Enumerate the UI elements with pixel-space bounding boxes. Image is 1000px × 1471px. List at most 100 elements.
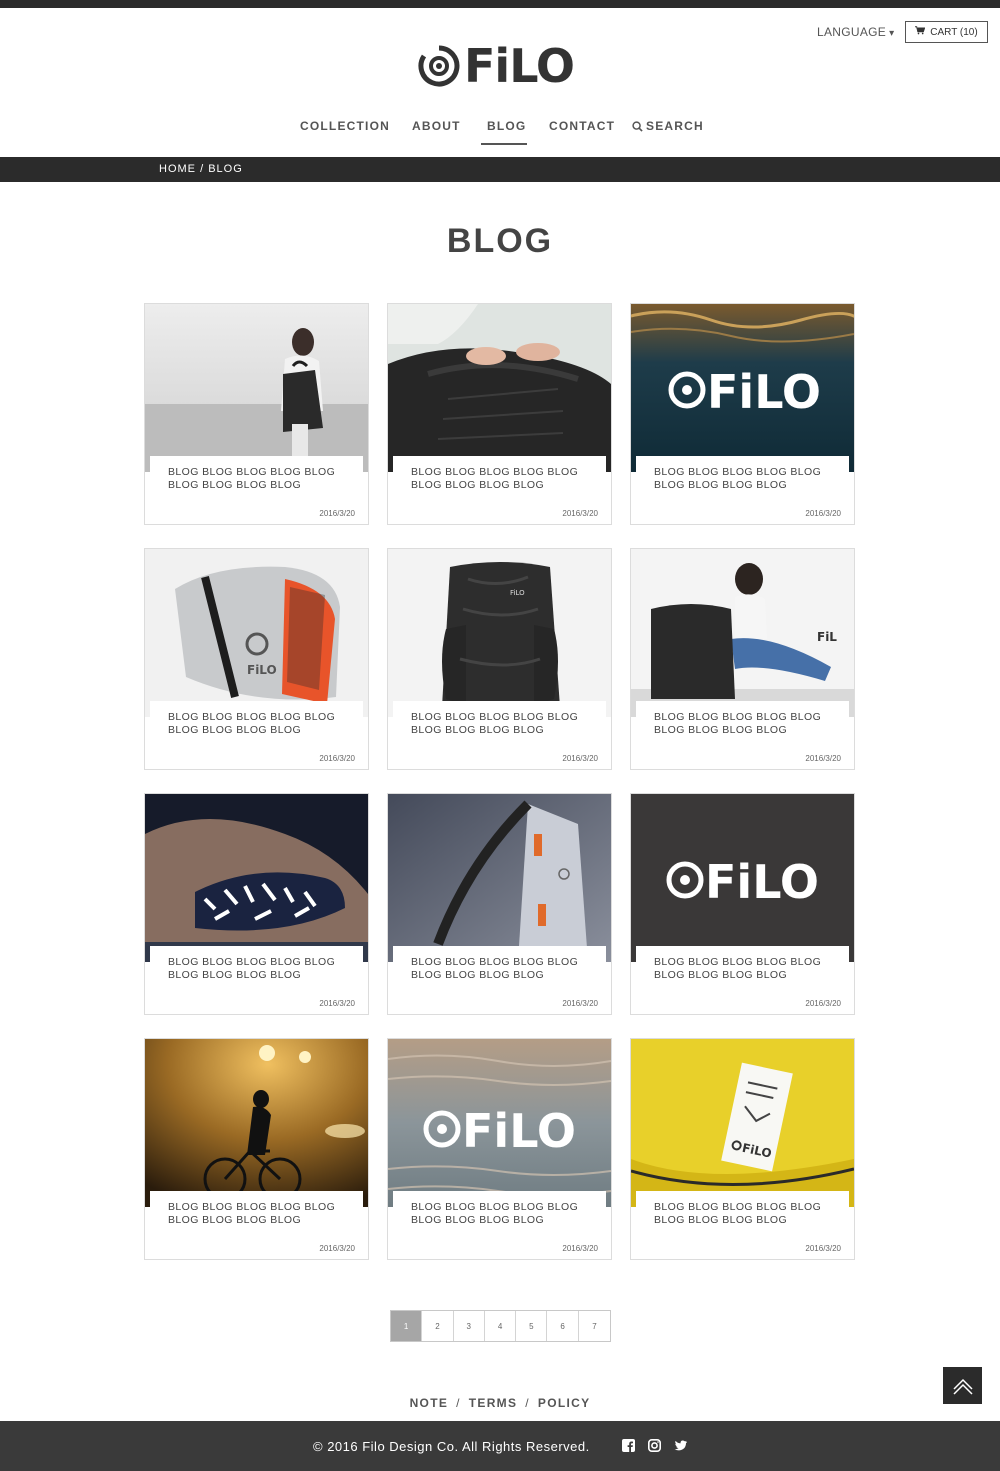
blog-card-date: 2016/3/20 <box>562 999 598 1008</box>
copyright-text: © 2016 Filo Design Co. All Rights Reserv… <box>313 1439 590 1454</box>
blog-card-date: 2016/3/20 <box>805 999 841 1008</box>
search-icon <box>632 120 643 132</box>
blog-card-caption: BLOG BLOG BLOG BLOG BLOG BLOG BLOG BLOG … <box>636 701 849 769</box>
blog-card-title: BLOG BLOG BLOG BLOG BLOG BLOG BLOG BLOG … <box>411 711 579 736</box>
blog-card-title: BLOG BLOG BLOG BLOG BLOG BLOG BLOG BLOG … <box>654 956 822 981</box>
breadcrumb-separator: / <box>200 163 205 175</box>
chevron-down-icon: ▾ <box>889 28 895 39</box>
blog-card[interactable]: FiL BLOG BLOG BLOG BLOG BLOG BLOG BLOG B… <box>630 548 855 770</box>
blog-card-caption: BLOG BLOG BLOG BLOG BLOG BLOG BLOG BLOG … <box>150 1191 363 1259</box>
blog-card[interactable]: BLOG BLOG BLOG BLOG BLOG BLOG BLOG BLOG … <box>144 793 369 1015</box>
blog-card-caption: BLOG BLOG BLOG BLOG BLOG BLOG BLOG BLOG … <box>393 456 606 524</box>
filo-logo-icon <box>418 45 460 87</box>
card-logo-text: FiLO <box>707 365 821 419</box>
page-button-2[interactable]: 2 <box>422 1311 454 1341</box>
page-title: BLOG <box>446 222 554 260</box>
blog-card-date: 2016/3/20 <box>319 1244 355 1253</box>
top-bar <box>0 0 1000 8</box>
blog-card[interactable]: FiLO BLOG BLOG BLOG BLOG BLOG BLOG BLOG … <box>387 548 612 770</box>
cart-icon <box>915 26 926 38</box>
blog-card-image: FiL <box>631 549 854 717</box>
blog-card-title: BLOG BLOG BLOG BLOG BLOG BLOG BLOG BLOG … <box>168 1201 336 1226</box>
social-links <box>622 1439 687 1452</box>
pagination: 1 2 3 4 5 6 7 <box>390 1310 612 1342</box>
instagram-icon[interactable] <box>648 1439 661 1452</box>
blog-card-caption: BLOG BLOG BLOG BLOG BLOG BLOG BLOG BLOG … <box>150 946 363 1014</box>
svg-text:FiLO: FiLO <box>247 663 277 677</box>
blog-card[interactable]: FiLO BLOG BLOG BLOG BLOG BLOG BLOG BLOG … <box>630 793 855 1015</box>
cart-label: CART (10) <box>930 26 978 38</box>
breadcrumb: HOME / BLOG <box>0 157 1000 182</box>
blog-card-caption: BLOG BLOG BLOG BLOG BLOG BLOG BLOG BLOG … <box>636 946 849 1014</box>
svg-text:FiLO: FiLO <box>510 589 525 597</box>
logo-text: FiLO <box>464 39 575 93</box>
blog-card-image: FiLO <box>631 304 854 472</box>
footer-link-terms[interactable]: TERMS <box>469 1396 518 1410</box>
page-button-5[interactable]: 5 <box>516 1311 548 1341</box>
page-button-7[interactable]: 7 <box>579 1311 610 1341</box>
blog-card-date: 2016/3/20 <box>805 1244 841 1253</box>
twitter-icon[interactable] <box>674 1439 687 1452</box>
nav-item-search[interactable]: SEARCH <box>632 119 704 133</box>
blog-card-title: BLOG BLOG BLOG BLOG BLOG BLOG BLOG BLOG … <box>168 956 336 981</box>
blog-card-title: BLOG BLOG BLOG BLOG BLOG BLOG BLOG BLOG … <box>654 711 822 736</box>
chevron-up-icon <box>952 1378 973 1395</box>
blog-card-title: BLOG BLOG BLOG BLOG BLOG BLOG BLOG BLOG … <box>411 956 579 981</box>
blog-card[interactable]: BLOG BLOG BLOG BLOG BLOG BLOG BLOG BLOG … <box>387 303 612 525</box>
blog-card-date: 2016/3/20 <box>319 754 355 763</box>
nav-item-about[interactable]: ABOUT <box>412 119 461 133</box>
blog-card-caption: BLOG BLOG BLOG BLOG BLOG BLOG BLOG BLOG … <box>150 456 363 524</box>
footer-links: NOTE / TERMS / POLICY <box>0 1396 1000 1410</box>
blog-card-caption: BLOG BLOG BLOG BLOG BLOG BLOG BLOG BLOG … <box>636 1191 849 1259</box>
blog-card[interactable]: BLOG BLOG BLOG BLOG BLOG BLOG BLOG BLOG … <box>387 793 612 1015</box>
blog-card[interactable]: BLOG BLOG BLOG BLOG BLOG BLOG BLOG BLOG … <box>144 1038 369 1260</box>
blog-card-date: 2016/3/20 <box>562 509 598 518</box>
blog-card-title: BLOG BLOG BLOG BLOG BLOG BLOG BLOG BLOG … <box>168 466 336 491</box>
blog-card[interactable]: BLOG BLOG BLOG BLOG BLOG BLOG BLOG BLOG … <box>144 303 369 525</box>
page-button-1[interactable]: 1 <box>391 1311 423 1341</box>
blog-card[interactable]: FiLO BLOG BLOG BLOG BLOG BLOG BLOG BLOG … <box>387 1038 612 1260</box>
blog-card-image: FiLO <box>388 549 611 717</box>
blog-card[interactable]: FiLO BLOG BLOG BLOG BLOG BLOG BLOG BLOG … <box>630 1038 855 1260</box>
nav-item-blog[interactable]: BLOG <box>487 119 526 133</box>
blog-card-date: 2016/3/20 <box>805 754 841 763</box>
cart-button[interactable]: CART (10) <box>905 21 988 43</box>
blog-card-caption: BLOG BLOG BLOG BLOG BLOG BLOG BLOG BLOG … <box>393 701 606 769</box>
blog-card-caption: BLOG BLOG BLOG BLOG BLOG BLOG BLOG BLOG … <box>393 946 606 1014</box>
main-nav: COLLECTION ABOUT BLOG CONTACT SEARCH <box>0 119 1000 137</box>
page-button-3[interactable]: 3 <box>454 1311 485 1341</box>
svg-text:FiL: FiL <box>817 630 837 644</box>
blog-card-image <box>388 304 611 472</box>
blog-card-date: 2016/3/20 <box>319 999 355 1008</box>
footer-link-note[interactable]: NOTE <box>410 1396 449 1410</box>
blog-card-title: BLOG BLOG BLOG BLOG BLOG BLOG BLOG BLOG … <box>411 1201 579 1226</box>
search-label: SEARCH <box>646 119 704 133</box>
blog-card-title: BLOG BLOG BLOG BLOG BLOG BLOG BLOG BLOG … <box>411 466 579 491</box>
language-selector[interactable]: LANGUAGE ▾ <box>817 25 894 39</box>
blog-card-date: 2016/3/20 <box>562 1244 598 1253</box>
blog-card-image: FiLO <box>145 549 368 717</box>
blog-card-date: 2016/3/20 <box>319 509 355 518</box>
page-button-4[interactable]: 4 <box>485 1311 517 1341</box>
blog-card-image <box>145 1039 368 1207</box>
breadcrumb-home-link[interactable]: HOME <box>159 163 196 175</box>
blog-card[interactable]: FiLO BLOG BLOG BLOG BLOG BLOG BLOG BLOG … <box>630 303 855 525</box>
blog-card-image <box>388 794 611 962</box>
blog-card[interactable]: FiLO BLOG BLOG BLOG BLOG BLOG BLOG BLOG … <box>144 548 369 770</box>
site-logo[interactable]: FiLO <box>418 39 575 93</box>
blog-grid: BLOG BLOG BLOG BLOG BLOG BLOG BLOG BLOG … <box>144 303 856 1263</box>
blog-card-image <box>145 304 368 472</box>
nav-item-collection[interactable]: COLLECTION <box>300 119 390 133</box>
blog-card-title: BLOG BLOG BLOG BLOG BLOG BLOG BLOG BLOG … <box>654 466 822 491</box>
facebook-icon[interactable] <box>622 1439 635 1452</box>
blog-card-date: 2016/3/20 <box>805 509 841 518</box>
card-logo-text: FiLO <box>705 855 819 909</box>
nav-item-contact[interactable]: CONTACT <box>549 119 615 133</box>
blog-card-image: FiLO <box>631 1039 854 1207</box>
blog-card-image <box>145 794 368 962</box>
footer-link-policy[interactable]: POLICY <box>538 1396 590 1410</box>
active-nav-indicator <box>481 143 527 145</box>
blog-card-date: 2016/3/20 <box>562 754 598 763</box>
card-logo-text: FiLO <box>462 1104 576 1158</box>
page-button-6[interactable]: 6 <box>547 1311 579 1341</box>
